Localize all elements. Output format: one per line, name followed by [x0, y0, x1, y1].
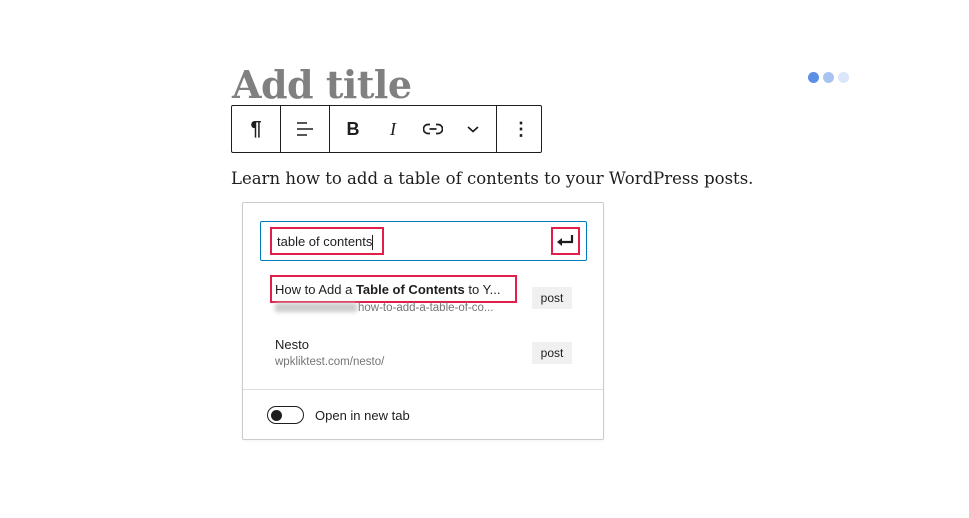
bold-button[interactable]: B [333, 106, 373, 152]
dot [808, 72, 819, 83]
link-popover: table of contents How to Add a Table of … [242, 202, 604, 440]
open-new-tab-label: Open in new tab [315, 408, 410, 423]
open-new-tab-toggle[interactable] [267, 406, 304, 424]
dot [838, 72, 849, 83]
submit-button[interactable] [551, 227, 580, 255]
dot [823, 72, 834, 83]
paragraph-block[interactable]: Learn how to add a table of contents to … [231, 169, 753, 188]
chevron-down-icon[interactable] [453, 106, 493, 152]
block-toolbar: ¶ B I ⋮ [231, 105, 542, 153]
result-title: Nesto [275, 337, 309, 352]
result-type-badge: post [532, 287, 572, 309]
loading-dots [808, 72, 849, 83]
enter-icon [557, 235, 574, 246]
result-url: how-to-add-a-table-of-co... [275, 302, 494, 314]
italic-button[interactable]: I [373, 106, 413, 152]
divider [243, 389, 603, 390]
paragraph-icon[interactable]: ¶ [232, 106, 280, 152]
link-search-input[interactable]: table of contents [260, 221, 587, 261]
link-icon[interactable] [413, 106, 453, 152]
post-title-input[interactable]: Add title [232, 62, 412, 107]
result-title: How to Add a Table of Contents to Y... [275, 282, 501, 297]
more-vertical-icon[interactable]: ⋮ [497, 106, 545, 152]
result-url: wpkliktest.com/nesto/ [275, 356, 385, 368]
align-icon[interactable] [281, 106, 329, 152]
search-value: table of contents [277, 234, 373, 249]
result-type-badge: post [532, 342, 572, 364]
